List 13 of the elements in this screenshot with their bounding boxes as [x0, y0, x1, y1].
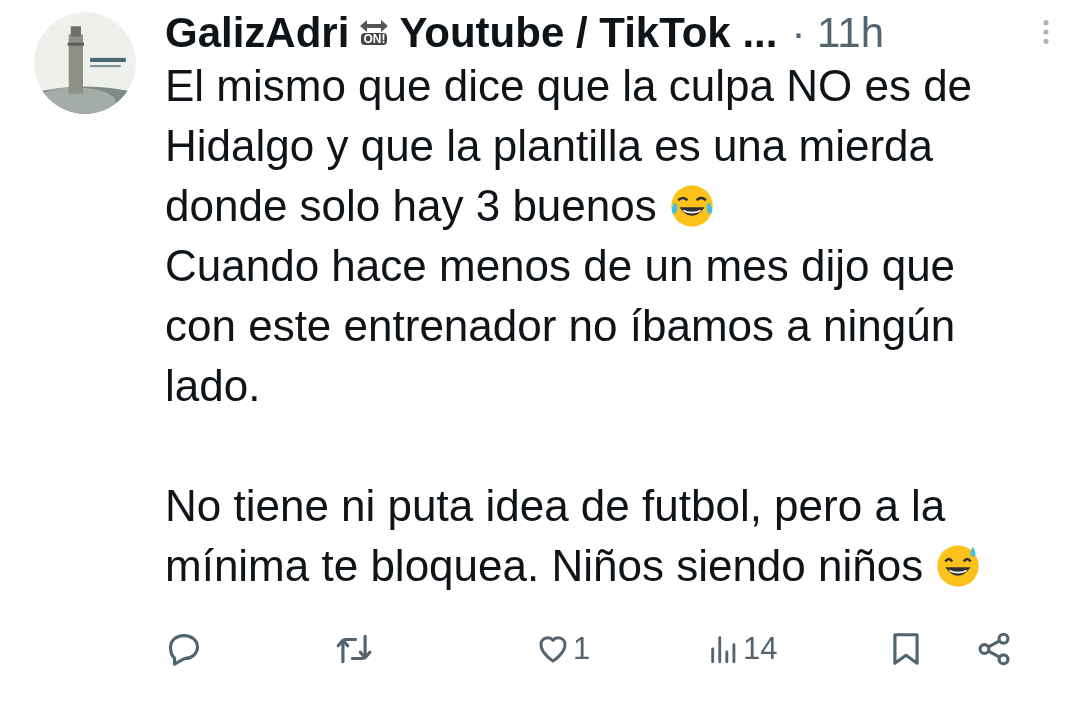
like-count: 1	[573, 629, 591, 668]
laughing-face-icon	[668, 183, 715, 229]
post-text: No tiene ni puta idea de futbol, pero a la	[165, 480, 946, 532]
on-arrow-badge: ON!	[359, 19, 390, 45]
post-text: Cuando hace menos de un mes dijo que	[165, 240, 956, 292]
post-text: lado.	[165, 360, 261, 412]
post-text: Hidalgo y que la plantilla es una mierda	[165, 120, 934, 172]
post-text: donde solo hay 3 buenos	[165, 180, 657, 232]
author-bio: Youtube / TikTok ...	[399, 7, 778, 58]
post-text: con este entrenador no íbamos a ningún	[165, 300, 956, 352]
post-text: mínima te bloquea. Niños siendo niños	[165, 540, 924, 592]
grinning-sweat-face-icon	[935, 543, 982, 589]
view-count: 14	[743, 629, 778, 668]
